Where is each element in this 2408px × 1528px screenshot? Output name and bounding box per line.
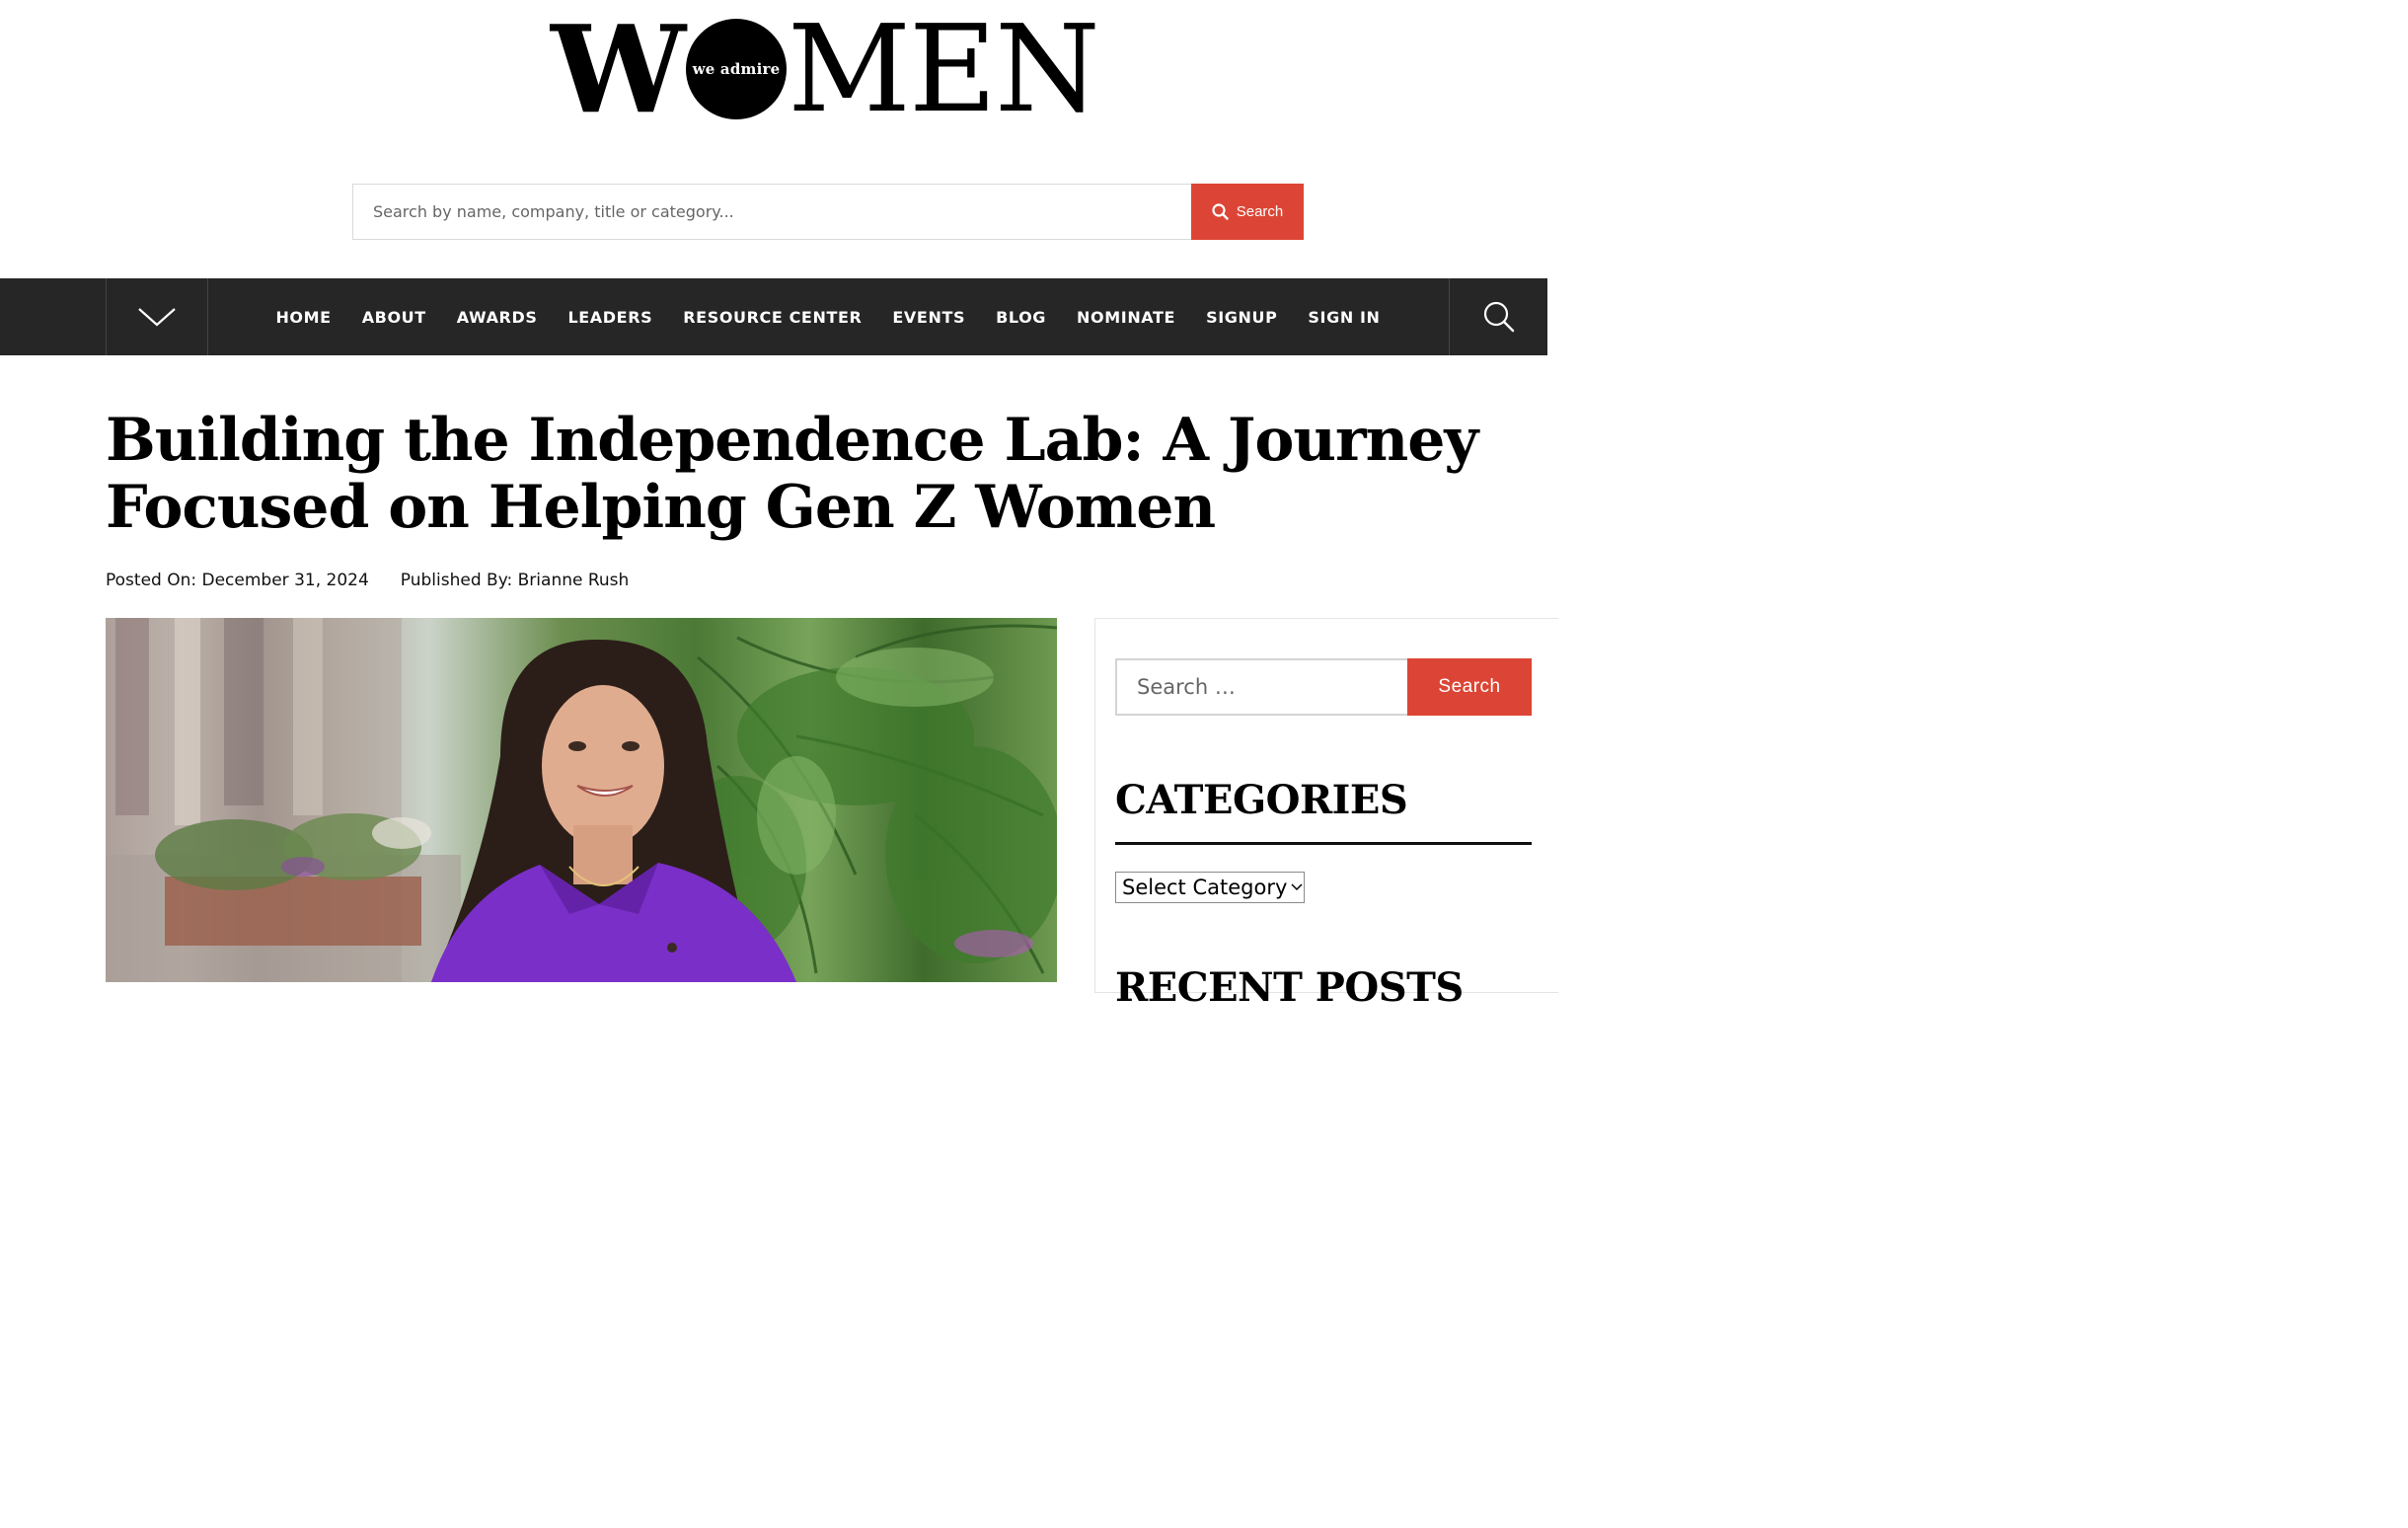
nav-item-nominate[interactable]: NOMINATE <box>1077 308 1175 327</box>
featured-image <box>106 618 1057 982</box>
chevron-down-icon <box>1291 883 1303 891</box>
chevron-down-icon <box>138 308 176 327</box>
logo-circle: we admire <box>686 19 787 119</box>
nav-item-home[interactable]: HOME <box>275 308 331 327</box>
posted-on-date: Posted On: December 31, 2024 <box>106 571 369 590</box>
nav-item-about[interactable]: ABOUT <box>362 308 426 327</box>
categories-heading: CATEGORIES <box>1115 777 1408 823</box>
sidebar-search-button[interactable]: Search <box>1407 658 1532 716</box>
sidebar-search-form: Search <box>1115 658 1532 716</box>
logo-circle-text: we admire <box>692 60 781 78</box>
logo-letters-men: MEN <box>788 0 1100 139</box>
menu-toggle-button[interactable] <box>106 278 208 355</box>
header-search-button[interactable]: Search <box>1191 184 1304 240</box>
nav-item-blog[interactable]: BLOG <box>996 308 1046 327</box>
nav-item-events[interactable]: EVENTS <box>892 308 965 327</box>
category-select[interactable]: Select Category <box>1115 872 1305 903</box>
search-icon <box>1483 301 1514 333</box>
sidebar-search-input[interactable] <box>1115 658 1407 716</box>
published-by-author: Published By: Brianne Rush <box>400 571 630 590</box>
site-logo[interactable]: W MEN we admire <box>551 8 1107 130</box>
article-meta: Posted On: December 31, 2024 Published B… <box>106 571 629 590</box>
category-select-value: Select Category <box>1122 876 1288 899</box>
categories-divider <box>1115 842 1532 845</box>
nav-item-leaders[interactable]: LEADERS <box>567 308 652 327</box>
nav-item-signup[interactable]: SIGNUP <box>1206 308 1277 327</box>
recent-posts-heading: RECENT POSTS <box>1115 964 1464 1011</box>
featured-photo-illustration <box>106 618 1057 982</box>
nav-search-button[interactable] <box>1449 278 1547 355</box>
article-title: Building the Independence Lab: A Journey… <box>106 406 1478 542</box>
nav-item-sign-in[interactable]: SIGN IN <box>1308 308 1380 327</box>
header-search-button-label: Search <box>1236 203 1284 220</box>
main-nav-menu: HOME ABOUT AWARDS LEADERS RESOURCE CENTE… <box>0 278 1547 355</box>
logo-letter-w: W <box>551 0 686 140</box>
sidebar: Search CATEGORIES Select Category RECENT… <box>1094 618 1558 1011</box>
nav-item-resource-center[interactable]: RESOURCE CENTER <box>683 308 862 327</box>
search-icon <box>1212 203 1229 220</box>
header-search-input[interactable] <box>352 184 1191 240</box>
header-search-form: Search <box>352 184 1304 240</box>
nav-item-awards[interactable]: AWARDS <box>457 308 538 327</box>
main-navbar: HOME ABOUT AWARDS LEADERS RESOURCE CENTE… <box>0 278 1547 355</box>
